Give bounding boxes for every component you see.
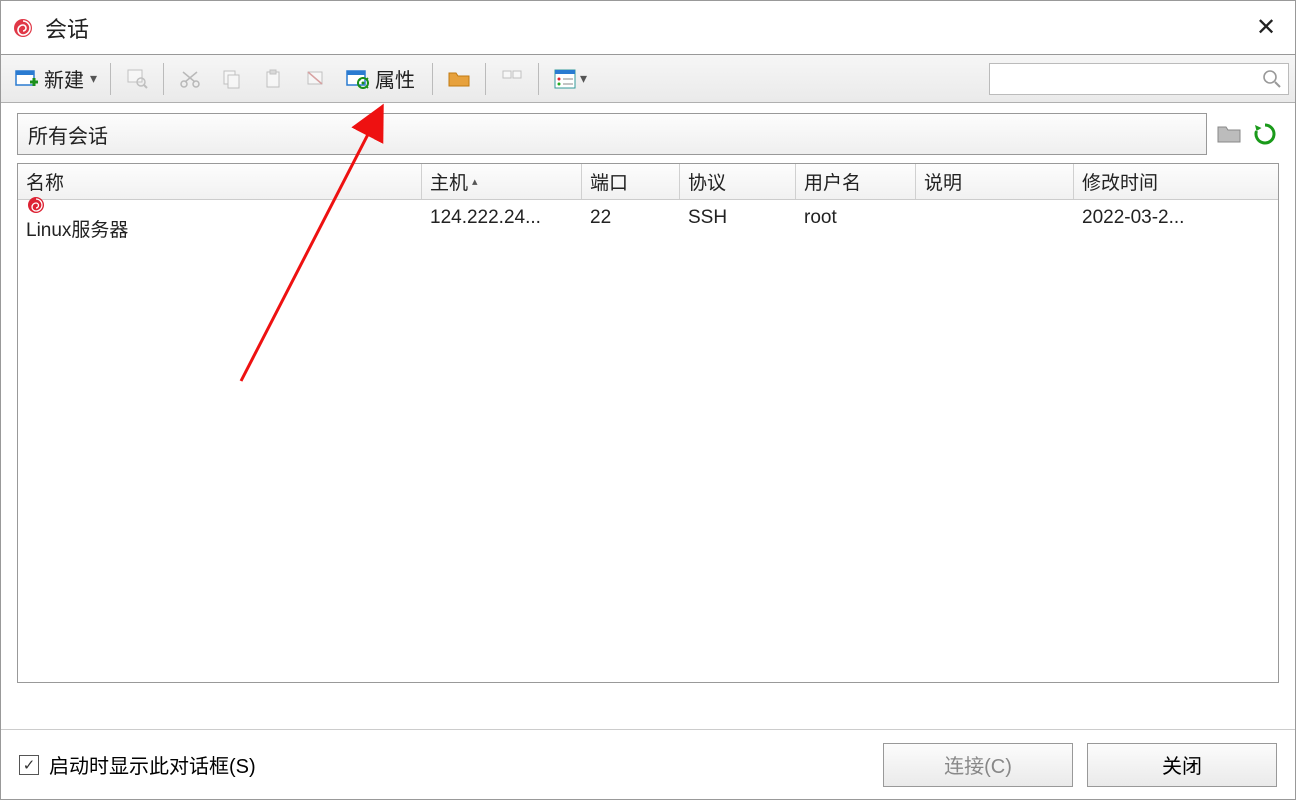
cell-protocol: SSH bbox=[680, 205, 796, 231]
breadcrumb-field[interactable]: 所有会话 bbox=[17, 113, 1207, 155]
col-protocol[interactable]: 协议 bbox=[680, 164, 796, 199]
cell-port: 22 bbox=[582, 205, 680, 231]
properties-button[interactable]: 属性 bbox=[338, 59, 426, 98]
show-on-start-checkbox[interactable]: ✓ 启动时显示此对话框(S) bbox=[19, 750, 256, 779]
copy-icon bbox=[219, 68, 245, 90]
loupe-icon bbox=[124, 68, 150, 90]
properties-icon bbox=[345, 68, 371, 90]
col-modified[interactable]: 修改时间 bbox=[1074, 164, 1234, 199]
chevron-down-icon: ▾ bbox=[88, 70, 97, 87]
folder-icon bbox=[446, 68, 472, 90]
new-session-icon bbox=[14, 68, 40, 90]
breadcrumb-path: 所有会话 bbox=[28, 120, 108, 149]
paste-button[interactable] bbox=[254, 63, 294, 95]
footer: ✓ 启动时显示此对话框(S) 连接(C) 关闭 bbox=[1, 729, 1295, 799]
separator bbox=[163, 63, 164, 95]
title-bar: 会话 ✕ bbox=[1, 1, 1295, 55]
paste-icon bbox=[261, 68, 287, 90]
col-user[interactable]: 用户名 bbox=[796, 164, 916, 199]
separator bbox=[110, 63, 111, 95]
separator bbox=[485, 63, 486, 95]
cell-user: root bbox=[796, 205, 916, 231]
cell-modified: 2022-03-2... bbox=[1074, 205, 1234, 231]
cell-desc bbox=[916, 216, 1074, 220]
cell-name: Linux服务器 bbox=[18, 193, 422, 244]
sort-indicator-icon: ▴ bbox=[472, 175, 478, 188]
search-button[interactable] bbox=[117, 63, 157, 95]
close-button[interactable]: 关闭 bbox=[1087, 743, 1277, 787]
search-input[interactable] bbox=[996, 69, 1262, 89]
cut-button[interactable] bbox=[170, 63, 210, 95]
checkbox-icon: ✓ bbox=[19, 755, 39, 775]
folder-button[interactable] bbox=[439, 63, 479, 95]
separator bbox=[432, 63, 433, 95]
delete-button[interactable] bbox=[296, 63, 336, 95]
refresh-icon[interactable] bbox=[1251, 120, 1279, 148]
separator bbox=[538, 63, 539, 95]
new-label: 新建 bbox=[40, 64, 88, 93]
search-icon bbox=[1262, 69, 1282, 89]
col-desc[interactable]: 说明 bbox=[916, 164, 1074, 199]
toolbar: 新建 ▾ 属性 ▾ bbox=[1, 55, 1295, 103]
session-list: 名称 主机▴ 端口 协议 用户名 说明 修改时间 Linux服务器 124.22… bbox=[17, 163, 1279, 683]
breadcrumb-row: 所有会话 bbox=[1, 103, 1295, 159]
tile-icon bbox=[499, 68, 525, 90]
scissors-icon bbox=[177, 68, 203, 90]
tile-button[interactable] bbox=[492, 63, 532, 95]
connect-button[interactable]: 连接(C) bbox=[883, 743, 1073, 787]
delete-icon bbox=[303, 68, 329, 90]
new-button[interactable]: 新建 ▾ bbox=[7, 59, 104, 98]
copy-button[interactable] bbox=[212, 63, 252, 95]
list-view-icon bbox=[552, 68, 578, 90]
folder-open-icon[interactable] bbox=[1215, 120, 1243, 148]
close-icon[interactable]: ✕ bbox=[1247, 13, 1285, 42]
app-icon bbox=[11, 16, 35, 40]
window-title: 会话 bbox=[45, 12, 1247, 44]
search-box[interactable] bbox=[989, 63, 1289, 95]
cell-host: 124.222.24... bbox=[422, 205, 582, 231]
properties-label: 属性 bbox=[371, 64, 419, 93]
table-row[interactable]: Linux服务器 124.222.24... 22 SSH root 2022-… bbox=[18, 200, 1278, 236]
session-icon bbox=[26, 195, 46, 215]
view-button[interactable]: ▾ bbox=[545, 63, 594, 95]
col-host[interactable]: 主机▴ bbox=[422, 164, 582, 199]
checkbox-label: 启动时显示此对话框(S) bbox=[49, 750, 256, 779]
col-port[interactable]: 端口 bbox=[582, 164, 680, 199]
chevron-down-icon: ▾ bbox=[578, 70, 587, 87]
